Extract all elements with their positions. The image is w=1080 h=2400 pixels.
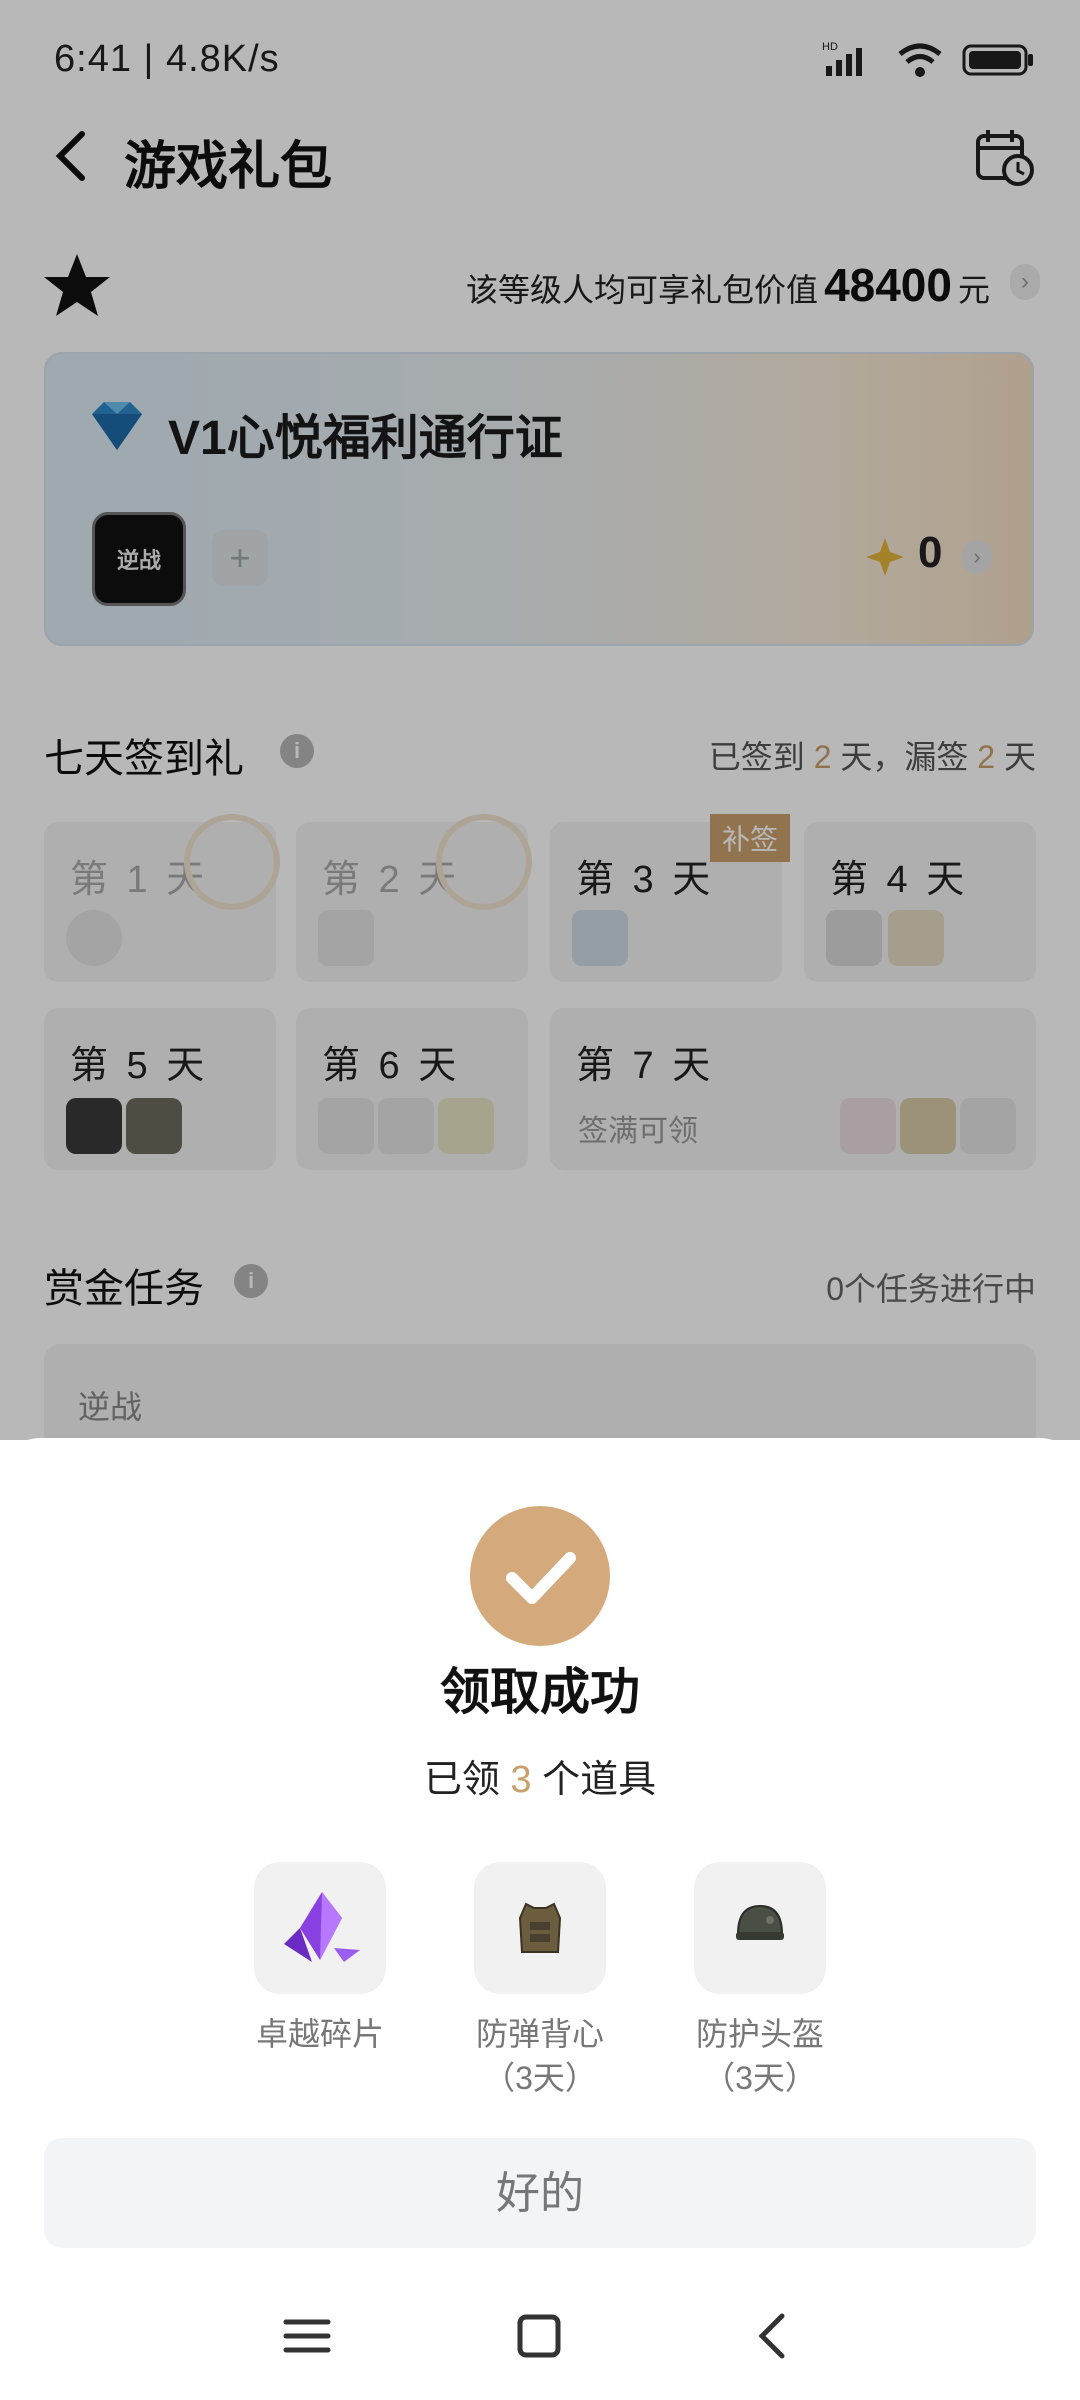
- reward-item: 卓越碎片: [220, 1862, 420, 2056]
- reward-duration: （3天）: [703, 2060, 817, 2096]
- dialog-sub-suffix: 个道具: [542, 1759, 657, 1801]
- ok-button[interactable]: 好的: [44, 2138, 1036, 2248]
- dialog-subtitle: 已领 3 个道具: [0, 1748, 1080, 1803]
- success-check-icon: [470, 1506, 610, 1646]
- modal-overlay[interactable]: [0, 0, 1080, 1440]
- reward-item: 防护头盔 （3天）: [660, 1862, 860, 2100]
- dialog-sub-prefix: 已领: [423, 1759, 500, 1801]
- home-icon[interactable]: [504, 2306, 574, 2366]
- reward-name: 防弹背心 （3天）: [440, 2012, 640, 2100]
- bulletproof-vest-icon: [474, 1862, 606, 1994]
- reward-item: 防弹背心 （3天）: [440, 1862, 640, 2100]
- menu-icon[interactable]: [272, 2306, 342, 2366]
- back-nav-icon[interactable]: [738, 2306, 808, 2366]
- reward-duration: （3天）: [483, 2060, 597, 2096]
- reward-name-text: 防护头盔: [695, 2016, 824, 2052]
- claimed-count: 3: [510, 1759, 532, 1801]
- reward-name: 卓越碎片: [255, 2016, 384, 2052]
- helmet-icon: [694, 1862, 826, 1994]
- reward-name-text: 防弹背心: [475, 2016, 604, 2052]
- crystal-shard-icon: [254, 1862, 386, 1994]
- reward-name: 防护头盔 （3天）: [660, 2012, 860, 2100]
- dialog-title: 领取成功: [440, 1664, 640, 1720]
